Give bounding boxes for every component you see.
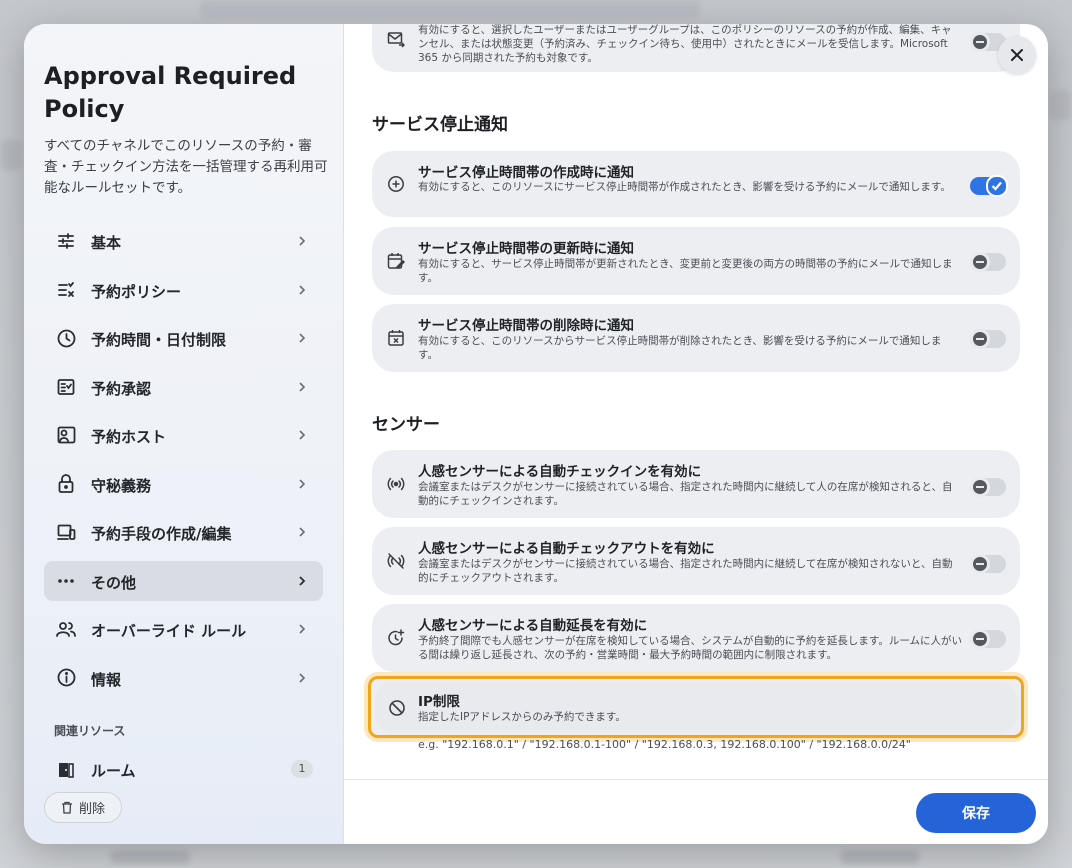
setting-toggle[interactable]: [970, 252, 1006, 272]
sidebar-item-label: 予約手段の作成/編集: [91, 525, 232, 543]
setting-title: IP制限: [418, 694, 460, 710]
calendar-edit-icon: [387, 253, 405, 270]
sidebar-item-info[interactable]: 情報: [44, 658, 323, 698]
setting-description: 有効にすると、このリソースからサービス停止時間帯が削除されたとき、影響を受ける予…: [418, 335, 942, 361]
setting-toggle[interactable]: [970, 629, 1006, 649]
info-icon: [56, 668, 76, 688]
sensor-off-icon: [387, 553, 405, 569]
setting-description: 有効にすると、サービス停止時間帯が更新されたとき、変更前と変更後の両方の時間帯の…: [418, 258, 953, 284]
timer-plus-icon: [388, 629, 405, 646]
checklist-icon: [56, 280, 76, 300]
setting-description: 有効にすると、このリソースにサービス停止時間帯が作成されたとき、影響を受ける予約…: [418, 181, 951, 193]
save-button[interactable]: 保存: [916, 793, 1036, 833]
count-badge: 1: [291, 760, 313, 778]
door-icon: [56, 760, 76, 780]
setting-title: サービス停止時間帯の更新時に通知: [418, 241, 634, 257]
clock-icon: [56, 328, 76, 348]
chevron-right-icon: [299, 284, 306, 295]
chevron-right-icon: [299, 381, 306, 392]
sidebar-item-booking-policy[interactable]: 予約ポリシー: [44, 270, 323, 310]
sidebar-item-label: 予約ポリシー: [91, 282, 182, 301]
modal-footer: 保存: [344, 779, 1048, 844]
sidebar-item-label: 守秘義務: [91, 476, 152, 495]
users-icon: [56, 619, 76, 639]
chevron-right-icon: [299, 333, 306, 343]
setting-card: サービス停止時間帯の更新時に通知 有効にすると、サービス停止時間帯が更新されたと…: [372, 227, 1020, 295]
ip-restriction-card[interactable]: IP制限 指定したIPアドレスからのみ予約できます。: [368, 676, 1024, 738]
policy-modal: Approval Required Policy すべてのチャネルでこのリソース…: [24, 24, 1048, 844]
close-icon: [1011, 49, 1023, 61]
setting-card: 人感センサーによる自動チェックアウトを有効に 会議室またはデスクがセンサーに接続…: [372, 527, 1020, 595]
chevron-right-icon: [299, 672, 306, 683]
sidebar-item-booking-methods[interactable]: 予約手段の作成/編集: [44, 512, 323, 552]
setting-title: サービス停止時間帯の削除時に通知: [418, 318, 634, 334]
sidebar-item-override-rules[interactable]: オーバーライド ルール: [44, 609, 323, 649]
close-button[interactable]: [998, 36, 1036, 74]
delete-button[interactable]: 削除: [44, 792, 122, 823]
settings-panel: 有効にすると、選択したユーザーまたはユーザーグループは、このポリシーのリソースの…: [344, 24, 1048, 779]
ip-format-hint: e.g. "192.168.0.1" / "192.168.0.1-100" /…: [418, 738, 911, 751]
sidebar-item-label: 基本: [91, 234, 122, 252]
setting-description: 会議室またはデスクがセンサーに接続されている場合、指定された時間内に継続して人の…: [418, 481, 953, 507]
setting-description: 会議室またはデスクがセンサーに接続されている場合、指定された時間内に継続して在席…: [418, 558, 953, 584]
sidebar-item-host[interactable]: 予約ホスト: [44, 415, 323, 455]
sensor-icon: [387, 477, 405, 491]
trash-icon: [61, 801, 72, 814]
chevron-right-icon: [299, 575, 306, 586]
host-icon: [56, 425, 76, 445]
setting-toggle[interactable]: [970, 477, 1006, 497]
sidebar-item-other[interactable]: その他: [44, 560, 323, 601]
related-item-room[interactable]: ルーム 1: [44, 752, 323, 788]
setting-card: サービス停止時間帯の作成時に通知 有効にすると、このリソースにサービス停止時間帯…: [372, 151, 1020, 217]
setting-toggle[interactable]: [970, 175, 1008, 197]
chevron-right-icon: [299, 478, 306, 489]
approval-icon: [56, 377, 76, 397]
section-title-sensor: センサー: [372, 415, 440, 435]
calendar-x-icon: [388, 330, 404, 346]
setting-title: 人感センサーによる自動チェックインを有効に: [418, 464, 702, 480]
chevron-right-icon: [299, 527, 306, 537]
card-description: 有効にすると、選択したユーザーまたはユーザーグループは、このポリシーのリソースの…: [418, 24, 952, 64]
setting-card: 人感センサーによる自動延長を有効に 予約終了間際でも人感センサーが在席を検知して…: [372, 604, 1020, 672]
chevron-right-icon: [299, 430, 306, 440]
more-icon: [56, 571, 76, 591]
section-title-maintenance: サービス停止通知: [372, 115, 508, 135]
booking-notification-card: 有効にすると、選択したユーザーまたはユーザーグループは、このポリシーのリソースの…: [372, 24, 1020, 72]
mail-icon: [387, 32, 405, 48]
policy-description: すべてのチャネルでこのリソースの予約・審査・チェックイン方法を一括管理する再利用…: [44, 138, 328, 196]
delete-label: 削除: [78, 802, 105, 817]
setting-card: サービス停止時間帯の削除時に通知 有効にすると、このリソースからサービス停止時間…: [372, 304, 1020, 372]
sidebar-item-time-limits[interactable]: 予約時間・日付制限: [44, 318, 323, 358]
sidebar-item-basic[interactable]: 基本: [44, 221, 323, 261]
sliders-icon: [56, 231, 76, 251]
devices-icon: [56, 522, 76, 542]
sidebar-item-label: 情報: [91, 670, 122, 689]
setting-title: 人感センサーによる自動延長を有効に: [418, 618, 648, 634]
setting-toggle[interactable]: [970, 329, 1006, 349]
sidebar-item-approval[interactable]: 予約承認: [44, 367, 323, 407]
sidebar: Approval Required Policy すべてのチャネルでこのリソース…: [24, 24, 344, 844]
sidebar-item-label: オーバーライド ルール: [91, 622, 247, 640]
setting-description: 指定したIPアドレスからのみ予約できます。: [418, 711, 626, 723]
setting-card: 人感センサーによる自動チェックインを有効に 会議室またはデスクがセンサーに接続さ…: [372, 450, 1020, 518]
checkmark-icon: [991, 181, 1002, 191]
setting-title: 人感センサーによる自動チェックアウトを有効に: [418, 541, 715, 557]
plus-circle-icon: [388, 176, 404, 192]
sidebar-item-label: 予約時間・日付制限: [91, 331, 227, 349]
sidebar-item-label: その他: [91, 573, 137, 592]
setting-toggle[interactable]: [970, 554, 1006, 574]
policy-title: Approval Required Policy: [44, 62, 297, 123]
chevron-right-icon: [299, 624, 306, 634]
related-item-label: ルーム: [91, 762, 136, 780]
lock-icon: [56, 474, 76, 494]
sidebar-nav: 基本 予約ポリシー 予約時間・日付制限 予約承認 予約ホスト 守秘義務 予約手段…: [44, 221, 323, 706]
sidebar-item-label: 予約承認: [91, 379, 152, 398]
setting-description: 予約終了間際でも人感センサーが在席を検知している場合、システムが自動的に予約を延…: [418, 635, 963, 661]
setting-title: サービス停止時間帯の作成時に通知: [418, 165, 634, 181]
related-resources-heading: 関連リソース: [54, 724, 126, 738]
block-icon: [389, 700, 405, 716]
chevron-right-icon: [299, 236, 306, 246]
sidebar-item-confidentiality[interactable]: 守秘義務: [44, 464, 323, 504]
sidebar-item-label: 予約ホスト: [91, 428, 167, 446]
